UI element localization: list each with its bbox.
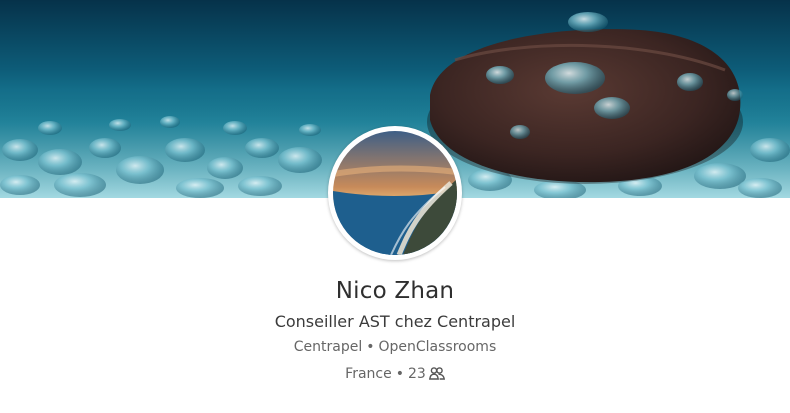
profile-companies: Centrapel • OpenClassrooms [0,339,790,355]
connections-count: 23 [408,366,426,382]
separator-dot: • [395,366,404,382]
profile-headline: Conseiller AST chez Centrapel [274,312,516,331]
coastline-photo [333,131,457,255]
company-link-centrapel[interactable]: Centrapel [294,339,362,355]
location-text: France [345,366,392,382]
separator-dot: • [366,339,375,355]
profile-name: Nico Zhan [335,278,455,304]
avatar[interactable] [328,126,462,260]
people-icon [428,367,445,384]
connections-link[interactable]: 23 [408,366,445,382]
avatar-photo [333,131,457,255]
company-link-openclassrooms[interactable]: OpenClassrooms [379,339,497,355]
profile-meta: France • 23 [0,366,790,384]
profile-card: Nico Zhan Conseiller AST chez Centrapel … [0,0,790,413]
